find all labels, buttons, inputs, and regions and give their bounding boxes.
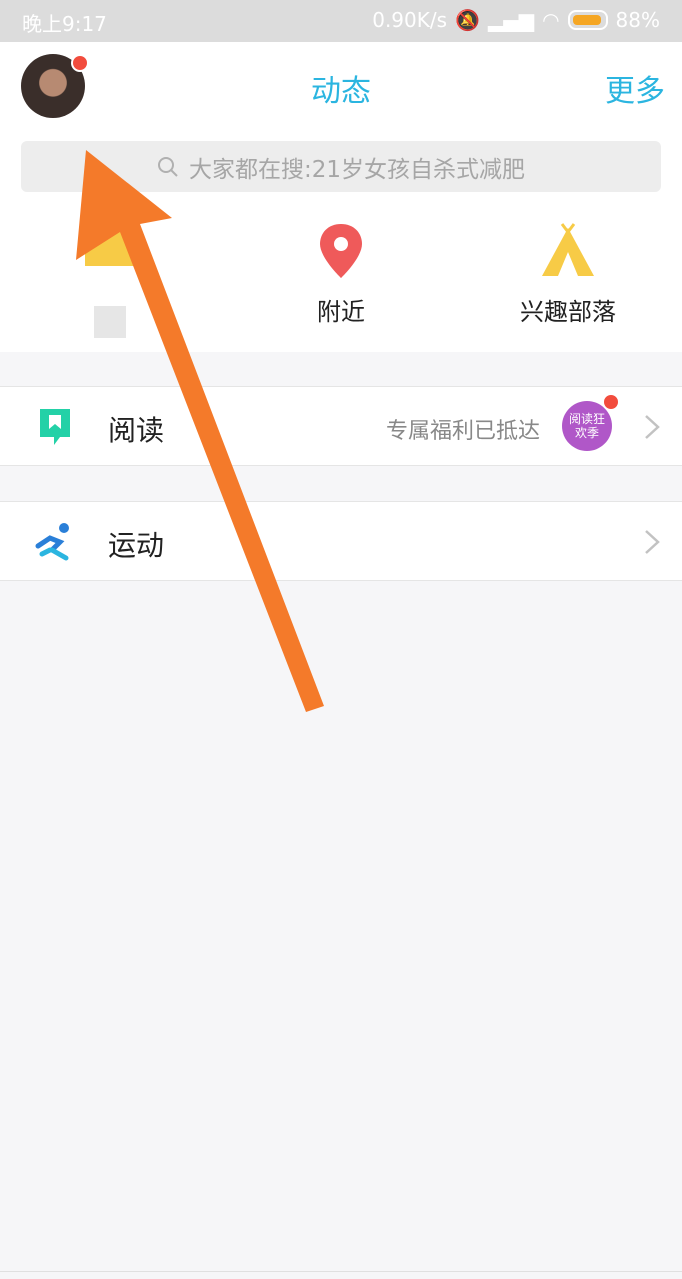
runner-icon (34, 520, 76, 562)
search-icon (157, 156, 179, 178)
list-item-sports[interactable]: 运动 (0, 501, 682, 581)
chevron-right-icon (640, 528, 664, 556)
quick-entry-tribe[interactable]: 兴趣部落 (478, 222, 658, 327)
quick-entry-nearby[interactable]: 附近 (251, 222, 431, 327)
network-speed: 0.90K/s (372, 8, 448, 32)
bottom-divider (0, 1271, 682, 1272)
status-bar: 晚上9:17 0.90K/s 🔕 ▂▄▆ ◠ 88% (0, 0, 682, 42)
reading-note: 专属福利已抵达 (385, 419, 540, 444)
location-pin-icon (251, 222, 431, 280)
search-bar[interactable]: 大家都在搜:21岁女孩自杀式减肥 (21, 141, 661, 192)
notification-dot (602, 393, 620, 411)
chevron-right-icon (640, 413, 664, 441)
row-label-reading: 阅读 (108, 414, 165, 447)
quick-entry-1[interactable] (20, 222, 200, 338)
mute-icon: 🔕 (455, 8, 480, 32)
more-button[interactable]: 更多 (605, 66, 665, 110)
bookmark-icon (34, 405, 76, 447)
battery-percent: 88% (615, 8, 660, 32)
status-right: 0.90K/s 🔕 ▂▄▆ ◠ 88% (372, 8, 660, 32)
quick-label-tribe: 兴趣部落 (520, 298, 616, 326)
page-title: 动态 (311, 74, 371, 109)
row-label-sports: 运动 (108, 529, 165, 562)
search-placeholder: 大家都在搜:21岁女孩自杀式减肥 (188, 156, 525, 183)
status-time: 晚上9:17 (22, 12, 107, 36)
list-item-reading[interactable]: 阅读 专属福利已抵达 阅读狂欢季 (0, 386, 682, 466)
house-icon (20, 222, 200, 268)
quick-label-nearby: 附近 (317, 298, 365, 326)
wifi-icon: ◠ (542, 8, 560, 32)
tent-icon (478, 222, 658, 280)
signal-icon: ▂▄▆ (487, 8, 535, 32)
placeholder-label (94, 306, 126, 338)
battery-icon (567, 10, 608, 30)
